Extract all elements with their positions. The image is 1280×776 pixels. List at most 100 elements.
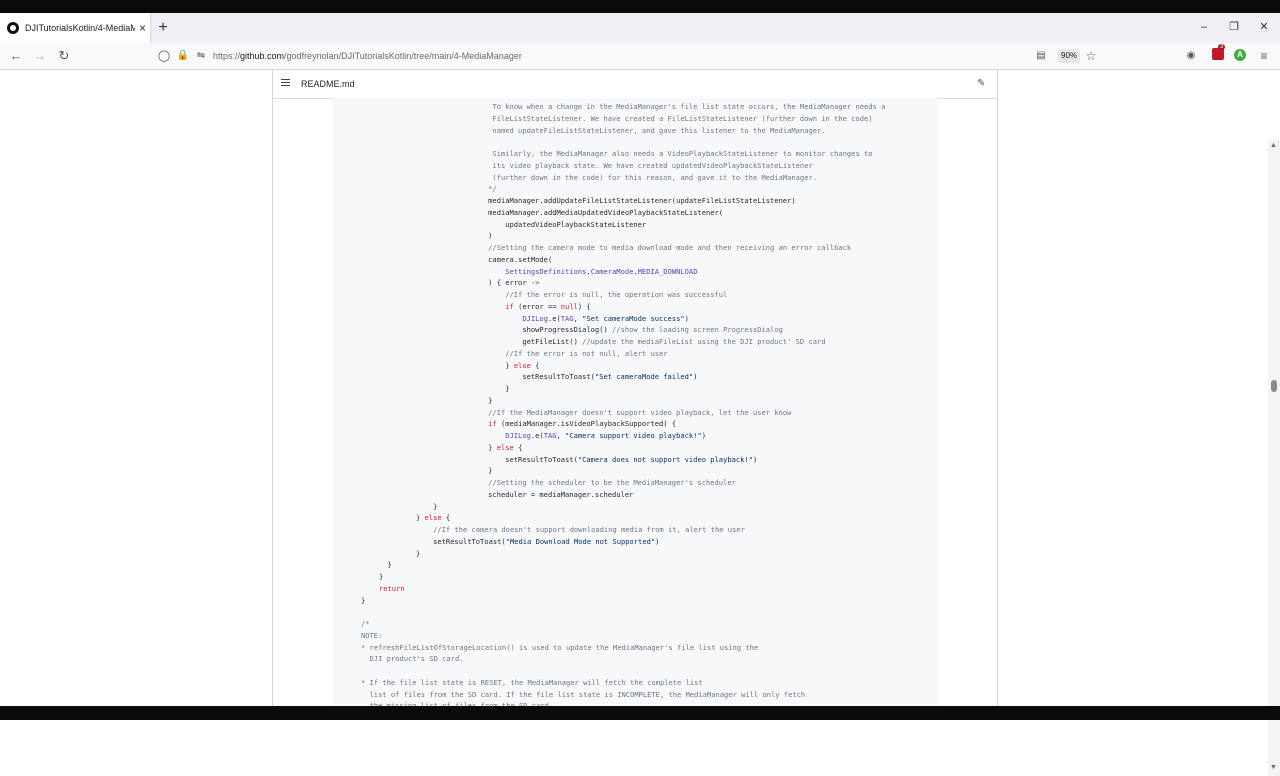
menu-icon[interactable]: ≡ bbox=[1257, 47, 1271, 65]
code-token: } bbox=[416, 513, 425, 523]
code-token: DJI product's SD card. bbox=[361, 654, 464, 664]
code-line: DJILog.e(TAG, "Camera support video play… bbox=[361, 430, 885, 442]
code-token: DJILog bbox=[505, 431, 531, 440]
profile-avatar[interactable]: A bbox=[1234, 49, 1246, 61]
shield-icon[interactable]: ◯ bbox=[157, 47, 171, 65]
code-token: else bbox=[496, 442, 514, 452]
code-line: //Setting the scheduler to be the MediaM… bbox=[361, 477, 885, 489]
code-token: "Media Download Mode not Supported" bbox=[505, 536, 656, 546]
close-window-button[interactable]: ✕ bbox=[1250, 13, 1278, 43]
code-token: //show the loading screen ProgressDialog bbox=[612, 325, 783, 335]
url-prefix: https:// bbox=[213, 51, 241, 61]
code-token: .e( bbox=[530, 431, 544, 440]
page-content: README.md ✎ To know when a change in the… bbox=[0, 70, 1280, 776]
code-token: mediaManager.addMediaUpdatedVideoPlaybac… bbox=[454, 207, 724, 217]
code-token: SettingsDefinitions bbox=[505, 266, 587, 276]
code-token: //update the mediaFileList using the DJI… bbox=[582, 337, 826, 346]
code-token: CameraMode bbox=[590, 266, 634, 276]
pencil-icon[interactable]: ✎ bbox=[977, 78, 985, 89]
code-token: getFileList() bbox=[454, 337, 583, 346]
code-token: ) bbox=[752, 454, 758, 464]
code-line: * If the file list state is RESET, the M… bbox=[361, 677, 885, 689]
code-line: //If the MediaManager doesn't support vi… bbox=[361, 407, 885, 419]
code-token: } bbox=[416, 501, 438, 511]
code-token: ) { error bbox=[454, 278, 531, 288]
restore-button[interactable]: ❐ bbox=[1220, 13, 1248, 43]
list-icon[interactable] bbox=[281, 79, 290, 88]
reader-icon[interactable]: ▤ bbox=[1034, 47, 1048, 65]
scroll-down-icon[interactable]: ▼ bbox=[1270, 764, 1277, 771]
code-block: To know when a change in the MediaManage… bbox=[333, 98, 938, 710]
os-top-bar bbox=[0, 0, 1280, 13]
code-content: To know when a change in the MediaManage… bbox=[361, 101, 885, 712]
tab-close-icon[interactable]: × bbox=[139, 21, 146, 35]
code-token: } bbox=[454, 384, 510, 393]
code-token: (mediaManager.isVideoPlaybackSupported) … bbox=[496, 419, 677, 429]
reload-icon[interactable]: ↻ bbox=[56, 47, 72, 65]
code-token: mediaManager.addUpdateFileListStateListe… bbox=[454, 196, 796, 205]
code-token: (error == bbox=[513, 301, 561, 311]
code-line: its video playback state. We have create… bbox=[361, 160, 885, 172]
permissions-icon[interactable]: ⇋ bbox=[194, 47, 208, 65]
code-token: "Set cameraMode success" bbox=[582, 313, 685, 323]
code-line: */ bbox=[361, 183, 885, 195]
code-token: camera.setMode( bbox=[454, 254, 553, 264]
code-token: //If the error is not null, alert user bbox=[454, 348, 668, 358]
scroll-up-icon[interactable]: ▲ bbox=[1270, 142, 1277, 149]
code-token: } bbox=[454, 360, 514, 370]
minimize-button[interactable]: – bbox=[1190, 13, 1218, 43]
zoom-level[interactable]: 90% bbox=[1058, 49, 1081, 63]
code-line: DJI product's SD card. bbox=[361, 653, 885, 665]
code-line: scheduler = mediaManager.scheduler bbox=[361, 489, 885, 501]
code-token: else bbox=[513, 360, 531, 370]
code-token: showProgressDialog() bbox=[454, 325, 613, 335]
code-token: setResultToToast( bbox=[454, 454, 578, 464]
forward-icon[interactable]: → bbox=[32, 47, 48, 65]
code-token: //Setting the camera mode to media downl… bbox=[454, 243, 852, 252]
lock-icon[interactable]: 🔒 bbox=[176, 47, 190, 65]
url-bar[interactable]: https://github.com/godfreynolan/DJITutor… bbox=[213, 48, 522, 64]
code-token: } bbox=[454, 395, 493, 405]
new-tab-button[interactable]: + bbox=[156, 17, 170, 39]
extension-icon[interactable]: 3 bbox=[1212, 44, 1226, 60]
code-token: //If the camera doesn't support download… bbox=[416, 525, 745, 534]
code-token: setResultToToast( bbox=[454, 372, 595, 382]
code-line: * refreshFileListOfStorageLocation() is … bbox=[361, 642, 885, 654]
code-token: return bbox=[379, 583, 405, 593]
star-icon[interactable]: ☆ bbox=[1084, 47, 1098, 65]
tab-title: DJITutorialsKotlin/4-MediaMan bbox=[25, 23, 135, 33]
code-token: //If the MediaManager doesn't support vi… bbox=[454, 407, 792, 417]
code-line: } bbox=[361, 501, 885, 513]
code-token: /* bbox=[361, 619, 370, 628]
code-line: DJILog.e(TAG, "Set cameraMode success") bbox=[361, 313, 885, 325]
code-line: getFileList() //update the mediaFileList… bbox=[361, 336, 885, 348]
code-line: /* bbox=[361, 618, 885, 630]
code-line: setResultToToast("Camera does not suppor… bbox=[361, 454, 885, 466]
back-icon[interactable]: ← bbox=[8, 47, 24, 65]
page-scrollbar[interactable]: ▲ ▼ bbox=[1268, 140, 1280, 776]
code-token: "Camera does not support video playback!… bbox=[577, 454, 753, 464]
scrollbar-thumb[interactable] bbox=[1271, 380, 1277, 392]
tab-active[interactable]: DJITutorialsKotlin/4-MediaMan × bbox=[0, 13, 150, 43]
code-line: } bbox=[361, 548, 885, 560]
code-line: named updateFileListStateListener, and g… bbox=[361, 125, 885, 137]
code-line: showProgressDialog() //show the loading … bbox=[361, 324, 885, 336]
code-token: NOTE: bbox=[361, 630, 383, 640]
code-line: mediaManager.addMediaUpdatedVideoPlaybac… bbox=[361, 207, 885, 219]
tab-strip: DJITutorialsKotlin/4-MediaMan × + – ❐ ✕ bbox=[0, 13, 1280, 43]
code-line: //If the error is null, the operation wa… bbox=[361, 289, 885, 301]
pocket-icon[interactable]: ◉ bbox=[1184, 47, 1198, 65]
code-token: } bbox=[379, 572, 384, 581]
extension-badge-count: 3 bbox=[1218, 44, 1226, 50]
code-line: ) bbox=[361, 230, 885, 242]
code-token: } bbox=[454, 466, 493, 476]
code-line: (further down in the code) for this reas… bbox=[361, 172, 885, 184]
code-token: { bbox=[513, 442, 523, 452]
